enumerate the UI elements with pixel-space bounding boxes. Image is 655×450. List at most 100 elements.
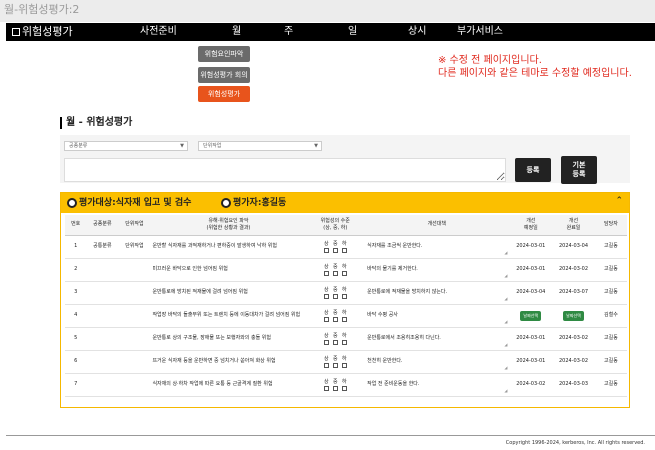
row-owner: 김철수 xyxy=(594,304,627,328)
risk-checkbox[interactable] xyxy=(323,247,329,253)
risk-checkbox[interactable] xyxy=(323,293,329,299)
done-date-cell[interactable]: 2024-03-07 xyxy=(552,281,595,305)
row-measure[interactable]: 바닥의 물기를 제거한다. ◢ xyxy=(364,258,510,282)
plan-date-cell[interactable]: 2024-03-04 xyxy=(509,281,553,305)
col-hazard-line-2: (위험한 상황과 결과) xyxy=(206,224,251,231)
row-measure-text: 바닥 수평 공사 xyxy=(367,312,398,318)
col-hazard: 유해·위험요인 파악 (위험한 상황과 결과) xyxy=(150,215,307,236)
risk-checkbox[interactable] xyxy=(341,385,347,391)
row-owner: 고길동 xyxy=(594,327,627,351)
chevron-up-icon[interactable]: ⌃ xyxy=(615,196,623,206)
risk-checkbox[interactable] xyxy=(341,270,347,276)
risk-checkbox[interactable] xyxy=(323,362,329,368)
risk-checkbox[interactable] xyxy=(323,270,329,276)
resize-handle-icon[interactable]: ◢ xyxy=(504,318,507,325)
row-measure-text: 운반통로에서 조용히조용히 다닌다. xyxy=(367,335,441,341)
unit-select[interactable]: 단위작업 ▼ xyxy=(198,141,322,151)
row-owner: 고길동 xyxy=(594,258,627,282)
nav-item-day[interactable]: 일 xyxy=(348,23,357,41)
risk-level-label: 중 xyxy=(332,378,338,385)
col-plan: 개선 예정일 xyxy=(509,215,553,236)
risk-checkbox[interactable] xyxy=(332,270,338,276)
resize-handle-icon[interactable]: ◢ xyxy=(504,341,507,348)
submenu-meeting-button[interactable]: 위험성평가 회의 xyxy=(198,67,250,83)
resize-handle-icon[interactable]: ◢ xyxy=(504,364,507,371)
risk-checkbox[interactable] xyxy=(341,293,347,299)
risk-checkbox[interactable] xyxy=(323,316,329,322)
risk-checkbox[interactable] xyxy=(341,316,347,322)
row-risk: 상중하 xyxy=(306,373,365,397)
risk-level-label: 하 xyxy=(341,240,347,247)
col-process: 공종분류 xyxy=(86,215,119,236)
nav-item-month[interactable]: 월 xyxy=(232,23,241,41)
col-done-line-2: 완료일 xyxy=(566,224,581,231)
resize-handle-icon[interactable]: ◢ xyxy=(504,295,507,302)
done-date-cell[interactable]: 2024-03-02 xyxy=(552,350,595,374)
risk-option: 하 xyxy=(341,286,347,299)
risk-checkbox[interactable] xyxy=(332,316,338,322)
risk-checkbox[interactable] xyxy=(332,293,338,299)
page-title: 월 - 위험성평가 xyxy=(60,117,132,129)
risk-checkbox[interactable] xyxy=(341,247,347,253)
risk-level-label: 상 xyxy=(323,355,329,362)
risk-level-label: 하 xyxy=(341,286,347,293)
risk-option: 상 xyxy=(323,332,329,345)
row-no: 3 xyxy=(65,281,87,305)
nav-item-week[interactable]: 주 xyxy=(284,23,293,41)
risk-checkbox[interactable] xyxy=(332,339,338,345)
done-date-cell[interactable]: 2024-03-02 xyxy=(552,258,595,282)
plan-date-cell[interactable]: 2024-03-01 xyxy=(509,235,553,259)
row-measure[interactable]: 작업 전 준비운동을 한다. ◢ xyxy=(364,373,510,397)
col-done: 개선 완료일 xyxy=(552,215,595,236)
risk-option: 상 xyxy=(323,287,329,299)
resize-handle-icon[interactable]: ◢ xyxy=(504,272,507,279)
row-measure[interactable]: 바닥 수평 공사 ◢ xyxy=(364,304,510,328)
risk-group: 상중하 xyxy=(306,356,364,368)
risk-checkbox[interactable] xyxy=(332,385,338,391)
plan-date-select-button[interactable]: 날짜선택 xyxy=(520,310,542,321)
submenu-hazard-identify-button[interactable]: 위험요인파악 xyxy=(198,46,250,62)
done-date-cell[interactable]: 2024-03-04 xyxy=(552,235,595,259)
done-date-cell[interactable]: 2024-03-03 xyxy=(552,373,595,397)
row-measure[interactable]: 천천히 운반한다. ◢ xyxy=(364,350,510,374)
risk-checkbox[interactable] xyxy=(332,362,338,368)
process-select[interactable]: 공종분류 ▼ xyxy=(64,141,188,151)
row-owner: 고길동 xyxy=(594,373,627,397)
nav-item-extra[interactable]: 부가서비스 xyxy=(457,23,503,41)
risk-level-label: 상 xyxy=(323,263,329,270)
row-no: 6 xyxy=(65,350,87,374)
default-register-button[interactable]: 기본 등록 xyxy=(561,156,597,184)
risk-level-label: 중 xyxy=(332,309,338,316)
plan-date-cell[interactable]: 2024-03-01 xyxy=(509,258,553,282)
resize-handle-icon[interactable]: ◢ xyxy=(504,387,507,394)
plan-date-cell[interactable]: 2024-03-01 xyxy=(509,327,553,351)
nav-item-always[interactable]: 상시 xyxy=(408,23,426,41)
done-date-select-button[interactable]: 날짜선택 xyxy=(563,310,584,321)
hazard-text-input[interactable] xyxy=(64,158,506,182)
row-unit xyxy=(118,304,151,328)
risk-checkbox[interactable] xyxy=(332,247,338,253)
nav-item-prep[interactable]: 사전준비 xyxy=(140,23,177,41)
risk-checkbox[interactable] xyxy=(341,339,347,345)
plan-date-cell[interactable]: 2024-03-01 xyxy=(509,350,553,374)
register-button[interactable]: 등록 xyxy=(515,158,551,182)
risk-checkbox[interactable] xyxy=(323,339,329,345)
evaluator-label-text: 평가자: xyxy=(233,198,262,208)
risk-option: 하 xyxy=(341,379,347,391)
resize-handle-icon[interactable]: ◢ xyxy=(504,249,507,256)
row-measure[interactable]: 식자재를 조금씩 운반한다. ◢ xyxy=(364,235,510,259)
plan-date-cell[interactable]: 2024-03-02 xyxy=(509,373,553,397)
risk-option: 하 xyxy=(341,264,347,276)
row-measure[interactable]: 운반통로에 적재물을 방치하지 않는다. ◢ xyxy=(364,281,510,305)
table-row: 3 운반통로에 방치된 적재물에 걸려 넘어짐 위험 상 중 하 운반통로에 적재물을 방… xyxy=(65,281,627,305)
row-unit xyxy=(118,281,151,305)
risk-level-label: 상 xyxy=(323,332,329,339)
table-header-row: 번호 공종분류 단위작업 유해·위험요인 파악 (위험한 상황과 결과) 위험성의… xyxy=(65,215,627,236)
top-nav: 위험성평가 사전준비 월 주 일 상시 부가서비스 xyxy=(6,23,655,41)
submenu-assessment-button[interactable]: 위험성평가 xyxy=(198,86,250,102)
brand[interactable]: 위험성평가 xyxy=(12,23,73,41)
row-measure[interactable]: 운반통로에서 조용히조용히 다닌다. ◢ xyxy=(364,327,510,351)
risk-checkbox[interactable] xyxy=(341,362,347,368)
done-date-cell[interactable]: 2024-03-02 xyxy=(552,327,595,351)
risk-checkbox[interactable] xyxy=(323,385,329,391)
